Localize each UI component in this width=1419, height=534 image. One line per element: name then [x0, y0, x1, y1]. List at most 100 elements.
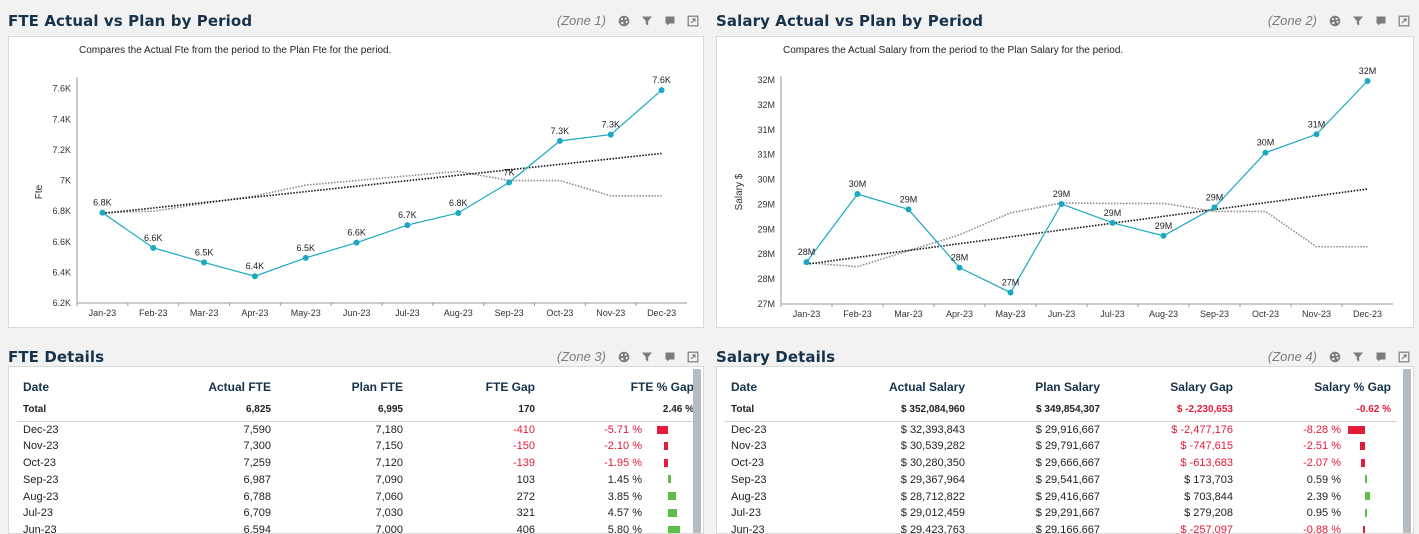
table-cell: $ 279,208 — [1184, 507, 1233, 520]
table-row[interactable]: Oct-23 7,259 7,120 -139 -1.95 % — [17, 455, 700, 472]
palette-icon[interactable] — [617, 350, 631, 364]
table-cell: $ 29,291,667 — [1035, 507, 1100, 520]
data-point — [251, 273, 258, 280]
table-row[interactable]: Jul-23 6,709 7,030 321 4.57 % — [17, 505, 700, 522]
x-tick-label: Apr-23 — [946, 309, 973, 319]
column-header[interactable]: Plan Salary — [971, 375, 1106, 399]
vertical-scrollbar[interactable] — [1403, 369, 1411, 533]
table-cell: 7,030 — [375, 507, 403, 520]
table-row[interactable]: Nov-23 7,300 7,150 -150 -2.10 % — [17, 438, 700, 455]
table-cell: $ 29,166,667 — [1035, 524, 1100, 534]
zone-toolbar: (Zone 2) — [1268, 13, 1411, 28]
table-cell: 321 — [516, 507, 535, 520]
table-cell: $ 29,666,667 — [1035, 456, 1100, 469]
filter-icon[interactable] — [640, 14, 654, 28]
comment-icon[interactable] — [663, 14, 677, 28]
zone-toolbar: (Zone 3) — [557, 349, 700, 364]
table-row[interactable]: Nov-23 $ 30,539,282 $ 29,791,667 $ -747,615… — [725, 438, 1397, 455]
column-header[interactable]: Plan FTE — [277, 375, 409, 399]
x-tick-label: Sep-23 — [495, 308, 524, 318]
column-header[interactable]: FTE % Gap — [541, 375, 700, 399]
column-header[interactable]: Actual FTE — [127, 375, 277, 399]
table-cell: $ 29,791,667 — [1035, 440, 1100, 453]
table-cell: 2.46 % — [541, 399, 700, 422]
gap-bar-cell — [1347, 438, 1397, 455]
table-row[interactable]: Oct-23 $ 30,280,350 $ 29,666,667 $ -613,683… — [725, 455, 1397, 472]
table-cell: 272 — [516, 490, 535, 503]
table-row[interactable]: Sep-23 6,987 7,090 103 1.45 % — [17, 471, 700, 488]
table-row[interactable]: Sep-23 $ 29,367,964 $ 29,541,667 $ 173,703 0… — [725, 471, 1397, 488]
export-icon[interactable] — [1397, 350, 1411, 364]
data-label: 27M — [1002, 278, 1020, 288]
column-header[interactable]: Date — [17, 375, 127, 399]
data-label: 28M — [951, 253, 969, 263]
zone-salary-details: Salary Details (Zone 4) Date Actual Sala… — [708, 336, 1419, 534]
actual-series-line — [102, 89, 662, 277]
vertical-scrollbar[interactable] — [693, 369, 701, 533]
data-label: 7.6K — [652, 75, 671, 85]
filter-icon[interactable] — [1351, 350, 1365, 364]
y-tick-label: 29M — [757, 199, 775, 209]
table-cell: 6,995 — [277, 399, 409, 422]
table-row[interactable]: Dec-23 $ 32,393,843 $ 29,916,667 $ -2,477,1… — [725, 421, 1397, 438]
palette-icon[interactable] — [1328, 14, 1342, 28]
export-icon[interactable] — [686, 14, 700, 28]
y-tick-label: 7.4K — [52, 114, 71, 124]
y-tick-label: 7.2K — [52, 145, 71, 155]
x-tick-label: Apr-23 — [241, 308, 268, 318]
comment-icon[interactable] — [1374, 350, 1388, 364]
gap-bar — [668, 492, 676, 501]
column-header[interactable]: Date — [725, 375, 821, 399]
y-axis-label: Salary $ — [734, 173, 745, 210]
column-header[interactable]: Actual Salary — [821, 375, 971, 399]
table-row[interactable]: Jul-23 $ 29,012,459 $ 29,291,667 $ 279,208 0… — [725, 505, 1397, 522]
table-cell: $ 32,393,843 — [900, 423, 965, 436]
data-label: 30M — [849, 179, 867, 189]
fte-line-chart[interactable]: 6.2K 6.4K 6.6K 6.8K 7K 7.2K 7.4K 7.6K Jan-23 Feb-… — [9, 37, 703, 327]
table-panel: Date Actual FTE Plan FTE FTE Gap FTE % G… — [8, 366, 704, 534]
filter-icon[interactable] — [1351, 14, 1365, 28]
gap-bar-cell — [1347, 471, 1397, 488]
export-icon[interactable] — [1397, 14, 1411, 28]
column-header[interactable]: FTE Gap — [409, 375, 541, 399]
table-row[interactable]: Dec-23 7,590 7,180 -410 -5.71 % — [17, 421, 700, 438]
y-tick-label: 30M — [757, 175, 775, 185]
export-icon[interactable] — [686, 350, 700, 364]
table-cell: 6,788 — [243, 490, 271, 503]
gap-bar-cell — [1347, 455, 1397, 472]
column-header[interactable]: Salary % Gap — [1239, 375, 1397, 399]
table-cell: $ 352,084,960 — [821, 399, 971, 422]
data-point — [506, 179, 513, 186]
table-cell: $ 703,844 — [1184, 490, 1233, 503]
table-cell: -2.51 % — [1303, 440, 1341, 453]
table-cell: -1.95 % — [604, 456, 642, 469]
y-tick-label: 6.6K — [52, 237, 71, 247]
x-tick-label: Nov-23 — [1302, 309, 1331, 319]
filter-icon[interactable] — [640, 350, 654, 364]
table-panel: Date Actual Salary Plan Salary Salary Ga… — [716, 366, 1414, 534]
fte-details-table: Date Actual FTE Plan FTE FTE Gap FTE % G… — [17, 375, 700, 533]
salary-line-chart[interactable]: 27M 28M 28M 29M 29M 30M 31M 31M 32M 32M Jan-23 Feb-… — [717, 37, 1413, 327]
data-label: 6.7K — [398, 210, 417, 220]
palette-icon[interactable] — [617, 14, 631, 28]
table-cell: Sep-23 — [731, 473, 767, 486]
comment-icon[interactable] — [1374, 14, 1388, 28]
table-row[interactable]: Aug-23 6,788 7,060 272 3.85 % — [17, 488, 700, 505]
column-header[interactable]: Salary Gap — [1106, 375, 1239, 399]
trend-line — [806, 188, 1368, 265]
zone-toolbar: (Zone 4) — [1268, 349, 1411, 364]
gap-bar — [668, 525, 680, 533]
table-row[interactable]: Aug-23 $ 28,712,822 $ 29,416,667 $ 703,844 2… — [725, 488, 1397, 505]
table-cell: Aug-23 — [731, 490, 767, 503]
comment-icon[interactable] — [663, 350, 677, 364]
table-row[interactable]: Jun-23 $ 29,423,763 $ 29,166,667 $ -257,097… — [725, 522, 1397, 534]
table-cell: Oct-23 — [23, 456, 57, 469]
table-cell: 6,709 — [243, 507, 271, 520]
table-cell: -0.88 % — [1303, 524, 1341, 534]
gap-bar-cell — [1347, 522, 1397, 533]
table-cell: 6,987 — [243, 473, 271, 486]
palette-icon[interactable] — [1328, 350, 1342, 364]
x-tick-label: May-23 — [291, 308, 321, 318]
table-row[interactable]: Jun-23 6,594 7,000 406 5.80 % — [17, 522, 700, 533]
table-cell: -410 — [512, 423, 535, 436]
